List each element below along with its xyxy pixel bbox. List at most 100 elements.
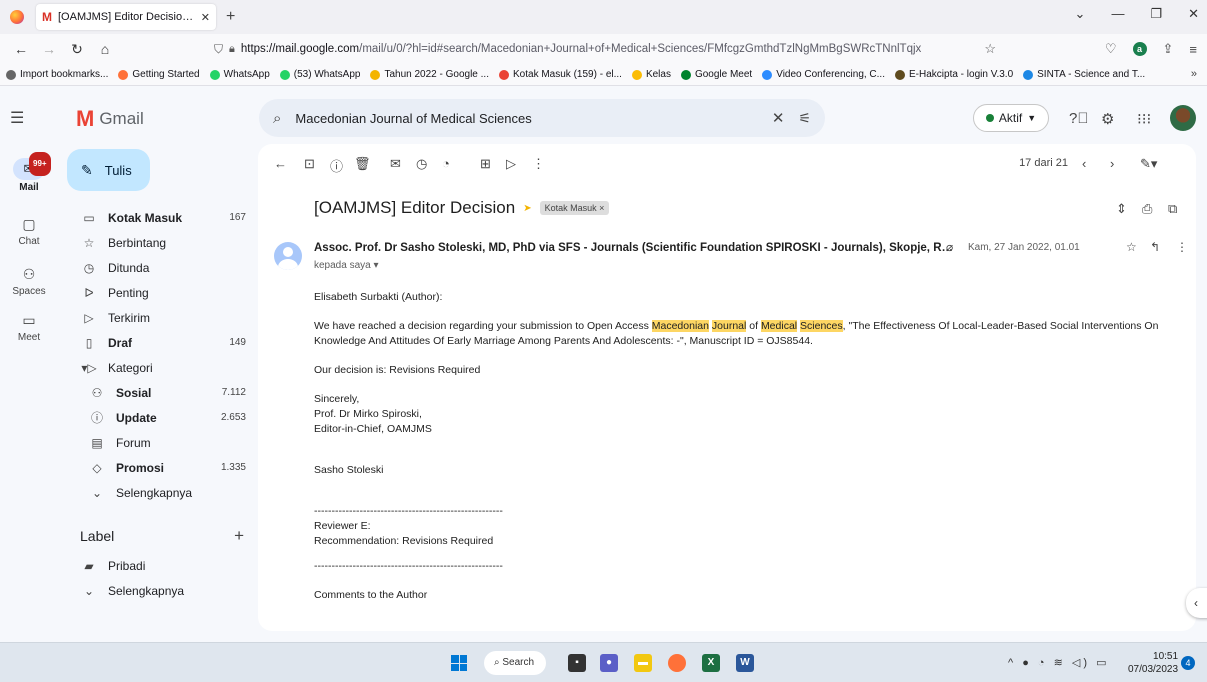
apps-grid-icon[interactable]: ⁝⁝⁝: [1137, 110, 1151, 128]
more-options-icon[interactable]: ⋮: [532, 156, 545, 172]
main-menu-icon[interactable]: ☰: [10, 108, 24, 128]
search-input[interactable]: [295, 110, 772, 126]
bookmark-item[interactable]: Tahun 2022 - Google ...: [370, 69, 489, 80]
nav-item-forum[interactable]: ▤ Forum: [66, 430, 258, 455]
label-item[interactable]: ▰ Pribadi: [66, 553, 258, 578]
nav-item-berbintang[interactable]: ☆ Berbintang: [66, 230, 258, 255]
bookmark-favicon-icon: [631, 69, 642, 80]
bookmark-item[interactable]: WhatsApp: [209, 69, 270, 80]
compose-button[interactable]: ✎ Tulis: [67, 149, 150, 191]
taskbar-search[interactable]: ⌕ Search: [484, 651, 546, 675]
nav-item-sosial[interactable]: ⚇ Sosial 7.112: [66, 380, 258, 405]
bookmark-item[interactable]: Google Meet: [680, 69, 752, 80]
sender-name[interactable]: Assoc. Prof. Dr Sasho Stoleski, MD, PhD …: [314, 242, 954, 254]
rail-item-mail[interactable]: ✉99+ Mail: [0, 152, 58, 193]
nav-item-terkirim[interactable]: ▷ Terkirim: [66, 305, 258, 330]
excel-icon[interactable]: X: [702, 654, 720, 672]
more-bookmarks-icon[interactable]: »: [1191, 68, 1197, 80]
search-options-icon[interactable]: ⚟: [798, 110, 811, 127]
help-icon[interactable]: ?⃝: [1069, 110, 1089, 127]
label-item[interactable]: ⌄ Selengkapnya: [66, 578, 258, 603]
forward-button[interactable]: →: [42, 41, 56, 57]
minimize-button[interactable]: —: [1111, 6, 1124, 22]
gear-icon[interactable]: ⚙: [1101, 110, 1114, 128]
new-tab-button[interactable]: +: [226, 8, 235, 26]
rail-item-chat[interactable]: ▢ Chat: [0, 216, 58, 247]
bookmark-item[interactable]: Kelas: [631, 69, 671, 80]
bookmark-item[interactable]: SINTA - Science and T...: [1023, 69, 1145, 80]
shield-icon[interactable]: ⛉: [214, 42, 223, 57]
report-spam-icon[interactable]: ⓘ: [330, 156, 343, 175]
bookmark-item[interactable]: Getting Started: [118, 69, 200, 80]
collapse-all-icon[interactable]: ⇕: [1116, 201, 1127, 217]
important-marker-icon[interactable]: ➤: [523, 203, 531, 214]
bookmark-item[interactable]: Import bookmarks...: [6, 69, 108, 80]
notification-badge[interactable]: 4: [1181, 656, 1195, 670]
nav-item-penting[interactable]: ᐅ Penting: [66, 280, 258, 305]
tab-list-icon[interactable]: ⌄: [1075, 6, 1086, 22]
print-icon[interactable]: ⎙: [1142, 201, 1152, 217]
bookmark-item[interactable]: E-Hakcipta - login V.3.0: [895, 69, 1013, 80]
close-window-button[interactable]: ✕: [1188, 6, 1199, 22]
label-icon[interactable]: ▷: [506, 156, 516, 172]
status-button[interactable]: Aktif ▼: [973, 104, 1049, 132]
gmail-logo[interactable]: M Gmail: [76, 106, 144, 132]
inbox-label-chip[interactable]: Kotak Masuk ×: [539, 201, 610, 215]
task-view-icon[interactable]: ▪: [568, 654, 586, 672]
word-icon[interactable]: W: [736, 654, 754, 672]
bookmark-item[interactable]: Video Conferencing, C...: [762, 69, 885, 80]
home-button[interactable]: ⌂: [98, 41, 112, 57]
back-button[interactable]: ←: [14, 41, 28, 57]
share-icon[interactable]: ⇪: [1163, 41, 1174, 57]
browser-tab-active[interactable]: M [OAMJMS] Editor Decision - elis ✕: [36, 4, 216, 30]
bookmark-item[interactable]: (53) WhatsApp: [279, 69, 360, 80]
snooze-icon[interactable]: ◷: [416, 156, 427, 172]
nav-item-ditunda[interactable]: ◷ Ditunda: [66, 255, 258, 280]
mark-unread-icon[interactable]: ✉: [390, 156, 401, 172]
menu-icon[interactable]: ≡: [1189, 42, 1197, 57]
rail-item-meet[interactable]: ▭ Meet: [0, 312, 58, 343]
extension-icon[interactable]: a: [1132, 42, 1147, 56]
rail-item-spaces[interactable]: ⚇ Spaces: [0, 266, 58, 297]
pocket-icon[interactable]: ♡: [1105, 41, 1117, 57]
nav-item-promosi[interactable]: ◇ Promosi 1.335: [66, 455, 258, 480]
move-to-icon[interactable]: ⊞: [480, 156, 491, 172]
clock[interactable]: 10:51 07/03/2023: [1128, 650, 1178, 676]
bookmark-item[interactable]: Kotak Masuk (159) - el...: [499, 69, 622, 80]
input-tools-icon[interactable]: ✎▾: [1140, 156, 1157, 172]
teams-chat-icon[interactable]: ●: [600, 654, 618, 672]
close-tab-icon[interactable]: ✕: [201, 11, 210, 24]
lock-icon[interactable]: 🔒︎: [229, 43, 235, 56]
trash-icon[interactable]: 🗑︎: [354, 156, 371, 172]
recipient-details[interactable]: kepada saya ▾: [314, 260, 379, 271]
nav-item-update[interactable]: ⓘ Update 2.653: [66, 405, 258, 430]
bookmark-star-icon[interactable]: ☆: [984, 41, 996, 57]
newer-icon[interactable]: ‹: [1082, 156, 1086, 171]
nav-item-kategori[interactable]: ▾▷ Kategori: [66, 355, 258, 380]
file-explorer-icon[interactable]: ▬: [634, 654, 652, 672]
people-icon: ⚇: [91, 385, 103, 400]
archive-icon[interactable]: ⊡: [304, 156, 315, 172]
reload-button[interactable]: ↻: [70, 41, 84, 58]
restore-button[interactable]: ❐: [1150, 6, 1162, 22]
add-label-icon[interactable]: +: [234, 526, 244, 546]
nav-item-draf[interactable]: ▯ Draf 149: [66, 330, 258, 355]
back-to-list-icon[interactable]: ←: [274, 156, 287, 171]
open-new-window-icon[interactable]: ⧉: [1168, 201, 1177, 217]
url-text[interactable]: https://mail.google.com/mail/u/0/?hl=id#…: [241, 43, 921, 55]
avatar[interactable]: [1170, 105, 1196, 131]
firefox-taskbar-icon[interactable]: [668, 654, 686, 672]
add-task-icon[interactable]: ◔: [442, 156, 450, 171]
star-icon[interactable]: ☆: [1126, 240, 1137, 254]
system-tray-icons[interactable]: ^ ● ◔ ≋ ◁) ▭: [1008, 656, 1109, 669]
side-panel-toggle[interactable]: ‹: [1186, 588, 1207, 618]
nav-item-selengkapnya[interactable]: ⌄ Selengkapnya: [66, 480, 258, 505]
windows-start-icon[interactable]: [451, 655, 467, 671]
clear-search-icon[interactable]: ✕: [772, 109, 785, 127]
nav-item-kotak-masuk[interactable]: ▭ Kotak Masuk 167: [66, 205, 258, 230]
reply-icon[interactable]: ↰: [1150, 240, 1160, 254]
older-icon[interactable]: ›: [1110, 156, 1114, 171]
more-actions-icon[interactable]: ⋮: [1176, 240, 1188, 254]
search-icon[interactable]: ⌕: [273, 110, 281, 127]
url-bar[interactable]: ⛉ 🔒︎ https://mail.google.com/mail/u/0/?h…: [214, 38, 1004, 60]
